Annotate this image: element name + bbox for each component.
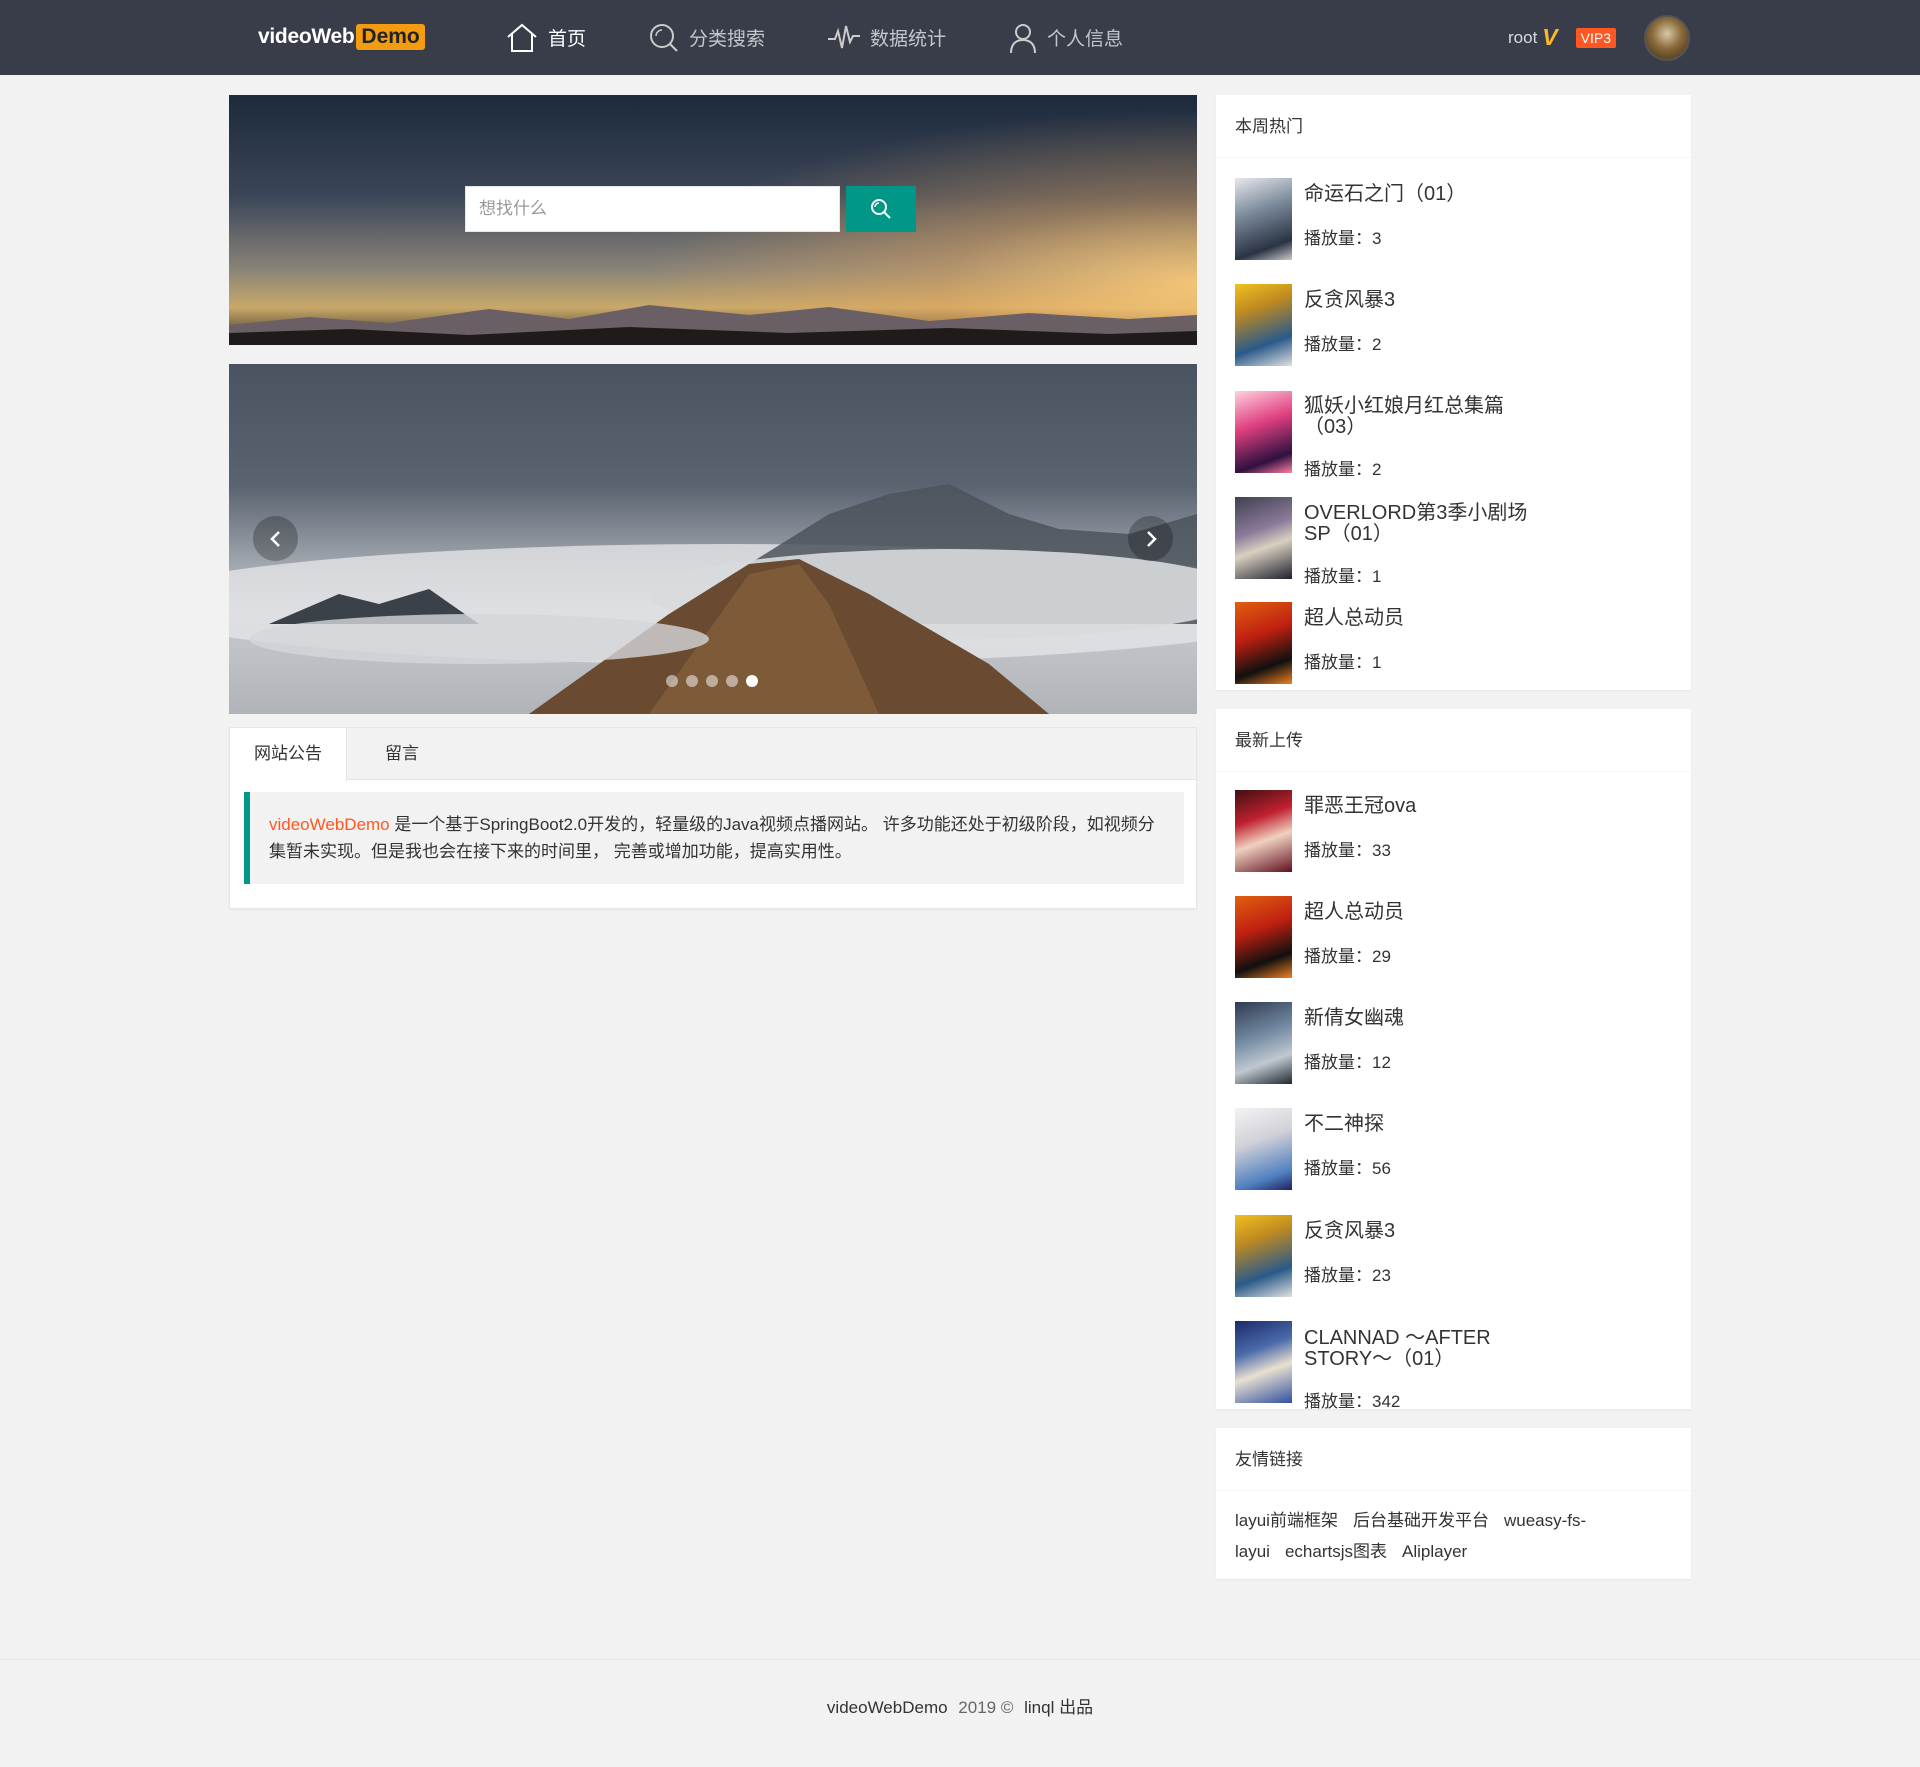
hot-video-thumbnail[interactable] — [1235, 602, 1292, 684]
top-navbar: videoWeb Demo 首页 分类搜索 数据统计 个人信息 root V V… — [0, 0, 1920, 75]
pulse-icon — [828, 25, 861, 48]
hot-video-play-count: 播放量：1 — [1304, 653, 1382, 672]
hot-video-title[interactable]: 反贪风暴3 — [1304, 290, 1544, 311]
username[interactable]: root — [1508, 28, 1537, 48]
avatar[interactable] — [1644, 14, 1690, 61]
hot-video-play-count: 播放量：3 — [1304, 229, 1382, 248]
hot-video-play-count: 播放量：2 — [1304, 460, 1382, 479]
carousel-dot[interactable] — [706, 675, 718, 687]
carousel-prev-button[interactable] — [253, 516, 298, 561]
carousel-slide-image — [229, 484, 1197, 714]
latest-video-thumbnail[interactable] — [1235, 790, 1292, 872]
carousel-dot[interactable] — [726, 675, 738, 687]
nav-label-statistics: 数据统计 — [870, 29, 947, 50]
user-icon — [1010, 23, 1037, 53]
footer-site-name: videoWebDemo — [826, 1698, 948, 1717]
latest-uploads-card: 最新上传 罪恶王冠ova 播放量：33 超人总动员播放量：29 新倩女幽魂播放量：12… — [1216, 709, 1691, 1409]
image-carousel[interactable] — [229, 364, 1197, 714]
hot-video-thumbnail[interactable] — [1235, 497, 1292, 579]
friend-links-list: layui前端框架 后台基础开发平台 wueasy-fs-layui echartsj… — [1216, 1491, 1691, 1579]
search-icon — [650, 23, 678, 52]
notice-site-name[interactable]: videoWebDemo — [269, 815, 390, 834]
footer-year: 2019 © — [958, 1698, 1014, 1717]
latest-video-play-count: 播放量：342 — [1304, 1392, 1401, 1409]
carousel-dot[interactable] — [746, 675, 758, 687]
hot-this-week-card: 本周热门 命运石之门（01） 播放量：3 反贪风暴3 播放量：2 狐妖小红娘月红总集篇（… — [1216, 95, 1691, 690]
friend-link[interactable]: 后台基础开发平台 — [1353, 1511, 1489, 1530]
latest-video-title[interactable]: 新倩女幽魂 — [1304, 1008, 1544, 1029]
latest-video-title[interactable]: 罪恶王冠ova — [1304, 796, 1544, 817]
latest-video-thumbnail[interactable] — [1235, 1108, 1292, 1190]
latest-video-thumbnail[interactable] — [1235, 1215, 1292, 1297]
friend-link[interactable]: Aliplayer — [1402, 1542, 1467, 1561]
nav-label-profile: 个人信息 — [1047, 29, 1124, 50]
carousel-dot[interactable] — [666, 675, 678, 687]
search-button[interactable] — [846, 186, 916, 232]
hot-video-play-count: 播放量：1 — [1304, 567, 1382, 586]
vip-level-badge: VIP3 — [1575, 27, 1616, 48]
latest-video-play-count: 播放量：23 — [1304, 1266, 1391, 1285]
hot-video-play-count: 播放量：2 — [1304, 335, 1382, 354]
vip-mark-icon: V — [1542, 24, 1558, 50]
latest-video-play-count: 播放量：33 — [1304, 841, 1391, 860]
latest-video-title[interactable]: 反贪风暴3 — [1304, 1221, 1544, 1242]
nav-label-category-search: 分类搜索 — [689, 29, 766, 50]
latest-video-title[interactable]: 不二神探 — [1304, 1114, 1544, 1135]
hot-video-title[interactable]: 狐妖小红娘月红总集篇（03） — [1304, 396, 1544, 438]
latest-video-thumbnail[interactable] — [1235, 1002, 1292, 1084]
search-icon — [871, 199, 891, 219]
footer-author: linql 出品 — [1024, 1698, 1094, 1717]
tab-notice[interactable]: 网站公告 — [230, 728, 347, 781]
main-nav: 首页 分类搜索 数据统计 个人信息 — [505, 0, 1185, 75]
nav-item-home[interactable]: 首页 — [505, 0, 586, 75]
hot-this-week-title: 本周热门 — [1216, 95, 1691, 158]
site-notice: videoWebDemo 是一个基于SpringBoot2.0开发的，轻量级的J… — [244, 792, 1184, 884]
latest-video-title[interactable]: 超人总动员 — [1304, 902, 1544, 923]
hot-video-thumbnail[interactable] — [1235, 391, 1292, 473]
friend-links-card: 友情链接 layui前端框架 后台基础开发平台 wueasy-fs-layui ech… — [1216, 1428, 1691, 1579]
search-input[interactable]: 想找什么 — [465, 186, 840, 232]
logo-text: videoWeb — [258, 25, 355, 48]
tab-messages[interactable]: 留言 — [347, 728, 443, 780]
carousel-dot[interactable] — [686, 675, 698, 687]
latest-video-play-count: 播放量：12 — [1304, 1053, 1391, 1072]
friend-link[interactable]: layui前端框架 — [1235, 1511, 1338, 1530]
nav-item-statistics[interactable]: 数据统计 — [827, 0, 946, 75]
friend-link[interactable]: echartsjs图表 — [1285, 1542, 1387, 1561]
tab-header: 网站公告 留言 — [230, 728, 1196, 781]
friend-links-title: 友情链接 — [1216, 1428, 1691, 1491]
site-logo[interactable]: videoWeb Demo — [258, 22, 425, 52]
notice-text: 是一个基于SpringBoot2.0开发的，轻量级的Java视频点播网站。 许多… — [269, 815, 1155, 861]
hot-video-title[interactable]: 命运石之门（01） — [1304, 184, 1544, 205]
notice-tabs: 网站公告 留言 videoWebDemo 是一个基于SpringBoot2.0开… — [229, 727, 1197, 909]
hot-video-thumbnail[interactable] — [1235, 178, 1292, 260]
latest-video-play-count: 播放量：56 — [1304, 1159, 1391, 1178]
latest-video-play-count: 播放量：29 — [1304, 947, 1391, 966]
latest-video-thumbnail[interactable] — [1235, 1321, 1292, 1403]
nav-item-category-search[interactable]: 分类搜索 — [648, 0, 765, 75]
hot-video-title[interactable]: OVERLORD第3季小剧场SP（01） — [1304, 503, 1544, 545]
banner-mountains — [229, 305, 1197, 345]
home-icon — [507, 23, 537, 52]
latest-uploads-title: 最新上传 — [1216, 709, 1691, 772]
hot-video-title[interactable]: 超人总动员 — [1304, 608, 1544, 629]
hot-video-thumbnail[interactable] — [1235, 284, 1292, 366]
user-area: root V VIP3 — [1508, 0, 1690, 75]
nav-label-home: 首页 — [548, 29, 587, 50]
latest-video-thumbnail[interactable] — [1235, 896, 1292, 978]
latest-video-title[interactable]: CLANNAD ～AFTER STORY～（01） — [1304, 1328, 1544, 1370]
carousel-indicators — [666, 675, 766, 687]
page-footer: videoWebDemo 2019 © linql 出品 — [0, 1659, 1920, 1767]
chevron-right-icon — [1146, 530, 1157, 547]
logo-badge: Demo — [356, 24, 425, 50]
nav-item-profile[interactable]: 个人信息 — [1008, 0, 1123, 75]
chevron-left-icon — [269, 530, 280, 547]
carousel-next-button[interactable] — [1128, 516, 1173, 561]
search-banner: 想找什么 — [229, 95, 1197, 345]
